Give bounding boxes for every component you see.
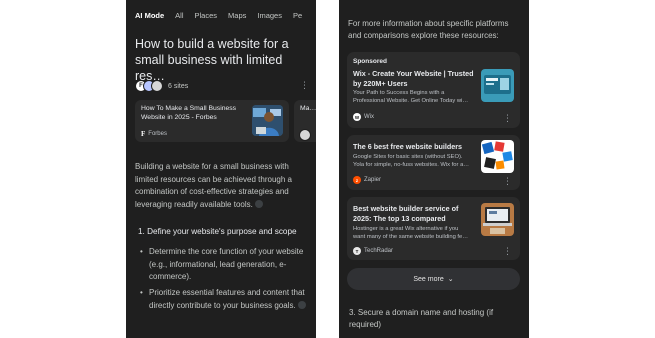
result-thumbnail (481, 140, 514, 173)
result-title[interactable]: The 6 best free website builders (353, 142, 477, 152)
source-card-title: Ma… (300, 105, 316, 112)
bullet-icon: • (140, 288, 143, 297)
tab-all[interactable]: All (175, 11, 183, 20)
answer-paragraph: Building a website for a small business … (135, 161, 307, 211)
result-card-zapier[interactable]: The 6 best free website builders Google … (347, 135, 520, 190)
query-title: How to build a website for a small busin… (135, 37, 289, 83)
result-card-wix[interactable]: Sponsored Wix - Create Your Website | Tr… (347, 52, 520, 128)
see-more-button[interactable]: See more ⌄ (347, 268, 520, 290)
step-heading: 1. Define your website's purpose and sco… (138, 227, 297, 236)
kebab-menu-icon[interactable]: ⋮ (503, 247, 512, 256)
kebab-menu-icon[interactable]: ⋮ (503, 114, 512, 123)
chevron-down-icon: ⌄ (447, 276, 454, 283)
sources-row[interactable]: F 6 sites (135, 80, 188, 92)
result-site-name: TechRadar (364, 248, 394, 254)
result-title[interactable]: Best website builder service of 2025: Th… (353, 204, 477, 223)
source-card-site-name: Forbes (148, 131, 167, 137)
result-site-name: Zapier (364, 177, 382, 183)
result-title[interactable]: Wix - Create Your Website | Trusted by 2… (353, 69, 477, 88)
result-snippet-line: Professional Website. Get Online Today w… (353, 97, 469, 104)
site-favicon-icon (151, 80, 163, 92)
result-site-name: Wix (364, 114, 374, 120)
source-card-title: How To Make a Small Business Website in … (141, 105, 237, 121)
result-snippet-line: want many of the same website building f… (353, 233, 469, 240)
tab-partial[interactable]: Pe (293, 11, 302, 20)
left-phone-screen: AI Mode All Places Maps Images Pe How to… (126, 0, 316, 338)
wix-logo-icon: W (353, 113, 361, 121)
tab-maps[interactable]: Maps (228, 11, 246, 20)
right-phone-screen: For more information about specific plat… (339, 0, 529, 338)
list-item-text: Prioritize essential features and conten… (149, 287, 309, 312)
result-snippet-line: Hostinger is a great Wix alternative if … (353, 226, 459, 232)
result-card-techradar[interactable]: Best website builder service of 2025: Th… (347, 197, 520, 260)
kebab-menu-icon[interactable]: ⋮ (503, 177, 512, 186)
result-site: T TechRadar (353, 247, 393, 255)
source-card-site: F Forbes (141, 130, 167, 138)
sponsored-label: Sponsored (353, 58, 387, 65)
result-site: W Wix (353, 113, 374, 121)
result-site: z Zapier (353, 176, 381, 184)
result-thumbnail (481, 203, 514, 236)
link-icon[interactable] (255, 200, 264, 209)
list-item-text: Determine the core function of your webs… (149, 247, 304, 281)
answer-paragraph-text: Building a website for a small business … (135, 162, 292, 209)
search-tabs: AI Mode All Places Maps Images Pe (135, 11, 302, 20)
tab-places[interactable]: Places (195, 11, 218, 20)
bullet-icon: • (140, 247, 143, 256)
techradar-logo-icon: T (353, 247, 361, 255)
see-more-label: See more (413, 275, 444, 283)
tab-ai-mode[interactable]: AI Mode (135, 11, 164, 20)
result-snippet-line: Google Sites for basic sites (without SE… (353, 154, 463, 160)
source-card-thumbnail (252, 105, 283, 136)
source-card-partial[interactable]: Ma… (294, 100, 316, 142)
result-snippet-line: Your Path to Success Begins with a (353, 90, 445, 96)
sources-count: 6 sites (168, 82, 189, 90)
site-favicon-icon (299, 129, 311, 141)
result-thumbnail (481, 69, 514, 102)
source-card-forbes[interactable]: How To Make a Small Business Website in … (135, 100, 289, 142)
result-snippet-line: Yola for simple, no-fuss websites. Wix f… (353, 161, 470, 168)
list-item-text-content: Prioritize essential features and conten… (149, 288, 305, 310)
resources-intro: For more information about specific plat… (348, 19, 509, 40)
forbes-logo-icon: F (141, 130, 146, 138)
zapier-logo-icon: z (353, 176, 361, 184)
kebab-menu-icon[interactable]: ⋮ (300, 81, 309, 90)
tab-images[interactable]: Images (257, 11, 282, 20)
link-icon[interactable] (297, 301, 306, 310)
step-heading: 3. Secure a domain name and hosting (if … (349, 308, 494, 329)
